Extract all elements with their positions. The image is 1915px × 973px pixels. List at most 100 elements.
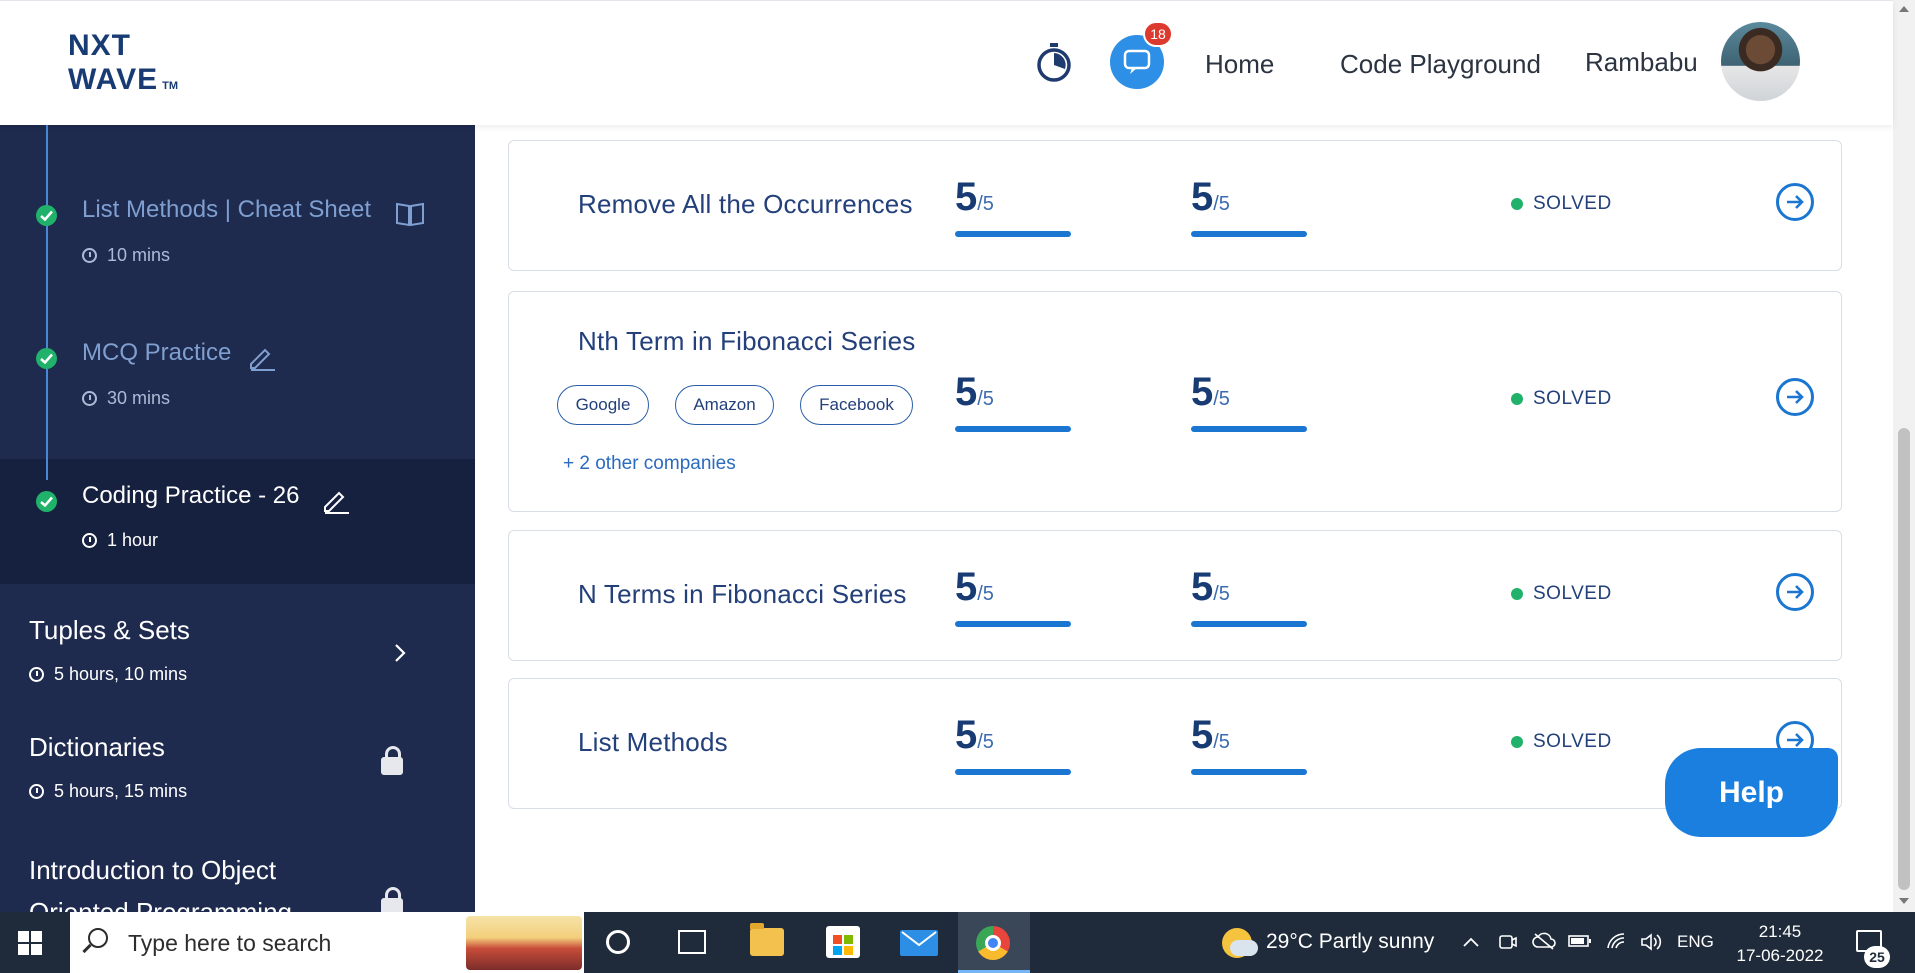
chat-notification-badge: 18	[1143, 21, 1173, 47]
microsoft-store-icon[interactable]	[826, 926, 860, 958]
meet-icon[interactable]	[1498, 932, 1518, 957]
clock-icon	[82, 248, 97, 263]
sidebar-item-mcq-practice[interactable]: MCQ Practice	[82, 339, 231, 367]
status-badge: SOLVED	[1511, 583, 1612, 605]
pencil-icon	[247, 342, 277, 377]
module-duration: 5 hours, 15 mins	[29, 781, 187, 802]
avatar[interactable]	[1721, 22, 1800, 101]
question-card[interactable]: List Methods 5/5 5/5 SOLVED	[508, 678, 1842, 809]
question-title: Nth Term in Fibonacci Series	[578, 326, 916, 356]
chevron-right-icon[interactable]	[393, 643, 407, 668]
pencil-icon	[321, 485, 351, 520]
solved-dot-icon	[1511, 393, 1523, 405]
module-intro-oop[interactable]: Introduction to Object Oriented Programm…	[29, 849, 329, 912]
cloud-sync-icon[interactable]	[1532, 932, 1556, 955]
book-icon	[395, 201, 425, 232]
battery-icon[interactable]	[1568, 932, 1592, 953]
status-badge: SOLVED	[1511, 731, 1612, 753]
language-indicator[interactable]: ENG	[1677, 932, 1714, 952]
task-view-icon[interactable]	[678, 930, 706, 954]
wifi-icon[interactable]	[1606, 932, 1628, 955]
question-card[interactable]: Remove All the Occurrences 5/5 5/5 SOLVE…	[508, 140, 1842, 271]
sidebar-item-coding-practice-26[interactable]: Coding Practice - 26	[82, 482, 299, 510]
stopwatch-icon[interactable]	[1034, 41, 1074, 83]
chevron-up-icon[interactable]	[1462, 932, 1480, 953]
solved-dot-icon	[1511, 736, 1523, 748]
nav-home-link[interactable]: Home	[1205, 49, 1274, 80]
notification-count-badge: 25	[1864, 946, 1890, 968]
clock-icon	[29, 784, 44, 799]
arrow-right-circle-icon[interactable]	[1776, 378, 1814, 416]
scroll-up-arrow-icon[interactable]	[1899, 6, 1909, 12]
volume-icon[interactable]	[1640, 932, 1664, 957]
chrome-icon[interactable]	[976, 926, 1010, 960]
clock-icon	[82, 533, 97, 548]
file-explorer-icon[interactable]	[750, 923, 784, 956]
active-item-highlight	[0, 459, 475, 584]
sidebar-item-duration: 30 mins	[82, 388, 170, 409]
cortana-icon[interactable]	[606, 930, 630, 954]
score-progress-bar	[1191, 231, 1307, 237]
course-sidebar: List Methods | Cheat Sheet 10 mins MCQ P…	[0, 125, 475, 912]
other-companies-link[interactable]: + 2 other companies	[563, 453, 736, 475]
clock-date[interactable]: 21:45 17-06-2022	[1735, 920, 1825, 968]
sidebar-item-duration: 1 hour	[82, 530, 158, 551]
taskbar-search-box[interactable]: Type here to search	[70, 912, 584, 973]
windows-taskbar: Type here to search 29°C Partly sunny EN…	[0, 912, 1915, 973]
question-card[interactable]: Nth Term in Fibonacci Series Google Amaz…	[508, 291, 1842, 512]
score-progress-bar	[955, 769, 1071, 775]
mail-icon[interactable]	[900, 930, 938, 956]
logo-line2: WAVE TM	[68, 63, 179, 96]
arrow-right-circle-icon[interactable]	[1776, 573, 1814, 611]
score-attempt: 5/5	[955, 175, 994, 219]
module-tuples-sets[interactable]: Tuples & Sets 5 hours, 10 mins	[29, 615, 190, 685]
weather-text[interactable]: 29°C Partly sunny	[1266, 930, 1434, 954]
score-best: 5/5	[1191, 713, 1230, 757]
completed-check-icon	[36, 348, 57, 369]
score-progress-bar	[955, 426, 1071, 432]
search-icon	[88, 928, 108, 948]
company-tag-amazon: Amazon	[675, 385, 774, 425]
question-title: Remove All the Occurrences	[578, 189, 913, 219]
clock-icon	[82, 391, 97, 406]
score-best: 5/5	[1191, 370, 1230, 414]
score-progress-bar	[1191, 426, 1307, 432]
user-name[interactable]: Rambabu	[1585, 47, 1698, 78]
nav-code-playground-link[interactable]: Code Playground	[1340, 49, 1541, 80]
nxtwave-logo[interactable]: NXT WAVE TM	[68, 29, 178, 103]
company-tag-facebook: Facebook	[800, 385, 913, 425]
module-title: Tuples & Sets	[29, 615, 190, 645]
completed-check-icon	[36, 491, 57, 512]
status-badge: SOLVED	[1511, 193, 1612, 215]
clock-date-text: 17-06-2022	[1736, 946, 1824, 965]
module-dictionaries[interactable]: Dictionaries 5 hours, 15 mins	[29, 732, 187, 802]
module-title: Introduction to Object Oriented Programm…	[29, 855, 292, 912]
weather-icon[interactable]	[1222, 928, 1258, 958]
arrow-right-circle-icon[interactable]	[1776, 183, 1814, 221]
score-attempt: 5/5	[955, 565, 994, 609]
windows-start-icon[interactable]	[18, 931, 42, 955]
lock-icon	[381, 746, 403, 775]
score-progress-bar	[955, 231, 1071, 237]
sidebar-item-duration: 10 mins	[82, 245, 170, 266]
status-badge: SOLVED	[1511, 388, 1612, 410]
solved-dot-icon	[1511, 588, 1523, 600]
completed-check-icon	[36, 205, 57, 226]
top-header: NXT WAVE TM 18 Home Code Playground Ramba…	[0, 0, 1893, 125]
company-tag-google: Google	[557, 385, 649, 425]
score-attempt: 5/5	[955, 370, 994, 414]
solved-dot-icon	[1511, 198, 1523, 210]
clock-icon	[29, 667, 44, 682]
lock-icon	[381, 887, 403, 912]
scrollbar-thumb[interactable]	[1898, 428, 1910, 890]
search-highlight-image	[466, 916, 582, 970]
score-progress-bar	[1191, 621, 1307, 627]
scroll-down-arrow-icon[interactable]	[1899, 898, 1909, 904]
sidebar-item-list-methods-cheat-sheet[interactable]: List Methods | Cheat Sheet	[82, 196, 371, 224]
module-duration: 5 hours, 10 mins	[29, 664, 190, 685]
score-progress-bar	[1191, 769, 1307, 775]
question-card[interactable]: N Terms in Fibonacci Series 5/5 5/5 SOLV…	[508, 530, 1842, 661]
help-button[interactable]: Help	[1665, 748, 1838, 837]
page-scrollbar[interactable]	[1893, 0, 1915, 912]
module-title: Dictionaries	[29, 732, 165, 762]
